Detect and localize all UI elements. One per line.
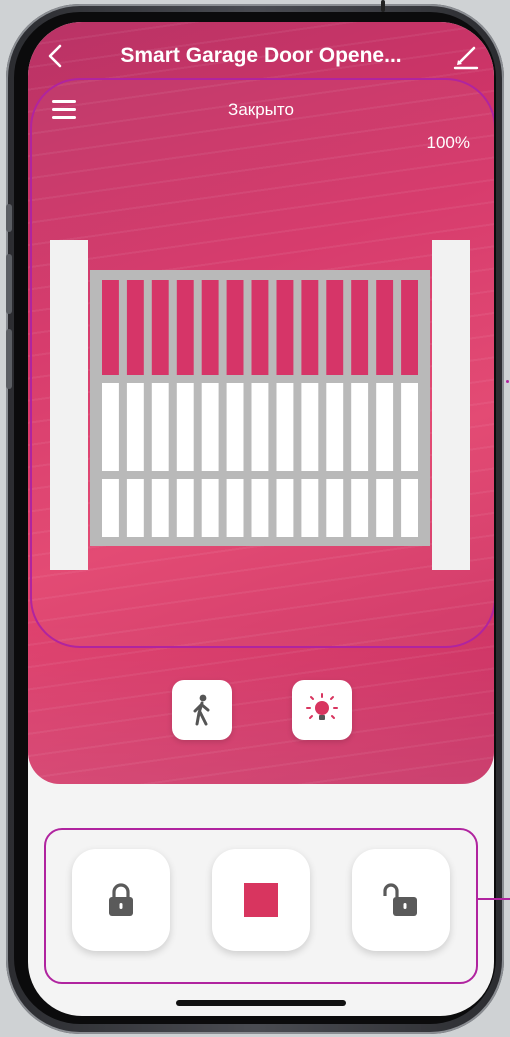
gate-middle-slat	[351, 383, 369, 471]
side-button	[6, 204, 12, 232]
gate-top-slat	[301, 280, 319, 375]
gate-bottom-slat	[176, 479, 194, 537]
light-toggle-button[interactable]	[292, 680, 352, 740]
gate-top-slat	[376, 280, 394, 375]
controls-callout-line	[476, 898, 510, 900]
gate-bottom-slat	[301, 479, 319, 537]
gate-bottom-slat	[376, 479, 394, 537]
gate-top-slat	[201, 280, 219, 375]
unlock-button[interactable]	[352, 849, 450, 951]
app-screen: Smart Garage Door Opene... Закрыто 100%	[28, 22, 494, 1016]
pedestrian-mode-button[interactable]	[172, 680, 232, 740]
stop-square-icon	[244, 883, 278, 917]
gate-top-slat	[226, 280, 244, 375]
gate-top-slat	[401, 280, 418, 375]
gate-middle-slat	[151, 383, 169, 471]
gate-middle-slat	[251, 383, 269, 471]
gate-bottom-slat	[351, 479, 369, 537]
light-bulb-icon	[306, 693, 338, 720]
gate-middle-slat	[276, 383, 294, 471]
stop-button[interactable]	[212, 849, 310, 951]
page-title: Smart Garage Door Opene...	[120, 44, 402, 67]
gate-top-slat	[251, 280, 269, 375]
back-chevron-icon[interactable]	[40, 40, 70, 72]
hero-fade	[28, 624, 494, 784]
gate-status-label: Закрыто	[228, 100, 294, 119]
gate-position-percent: 100%	[426, 133, 470, 152]
gate-middle-slat	[201, 383, 219, 471]
gate-middle-slat	[376, 383, 394, 471]
volume-down-button	[6, 329, 12, 389]
lock-button[interactable]	[72, 849, 170, 951]
gate-middle-slat	[226, 383, 244, 471]
right-gate-post	[432, 240, 470, 570]
gate-middle-slat	[102, 383, 119, 471]
gate-bottom-slat	[251, 479, 269, 537]
gate-bottom-slat	[326, 479, 344, 537]
sensor-notch	[381, 0, 385, 12]
gate-top-slat	[126, 280, 144, 375]
pedestrian-icon	[193, 694, 210, 726]
gate-top-slat	[351, 280, 369, 375]
gate-top-slat	[151, 280, 169, 375]
gate-top-slat	[326, 280, 344, 375]
lock-closed-icon	[109, 883, 133, 916]
left-gate-post	[50, 240, 88, 570]
gate-top-slat	[276, 280, 294, 375]
gate-middle-slat	[401, 383, 418, 471]
gate-illustration	[50, 240, 470, 570]
home-indicator	[176, 1000, 346, 1006]
navigation-bar: Smart Garage Door Opene...	[28, 36, 494, 76]
gate-bottom-slat	[276, 479, 294, 537]
volume-up-button	[6, 254, 12, 314]
gate-top-slat	[176, 280, 194, 375]
gate-middle-slat	[126, 383, 144, 471]
gate-bottom-slat	[201, 479, 219, 537]
gate-middle-slat	[176, 383, 194, 471]
lock-open-icon	[383, 883, 417, 916]
gate-bottom-slat	[151, 479, 169, 537]
gate-middle-slat	[326, 383, 344, 471]
gate-callout-marker	[506, 380, 509, 383]
gate-bottom-slat	[126, 479, 144, 537]
gate-bottom-slat	[226, 479, 244, 537]
gate-bottom-slat	[401, 479, 418, 537]
gate-bottom-slat	[102, 479, 119, 537]
gate-top-slat	[102, 280, 119, 375]
gate-middle-slat	[301, 383, 319, 471]
edit-pencil-icon[interactable]	[452, 42, 480, 70]
